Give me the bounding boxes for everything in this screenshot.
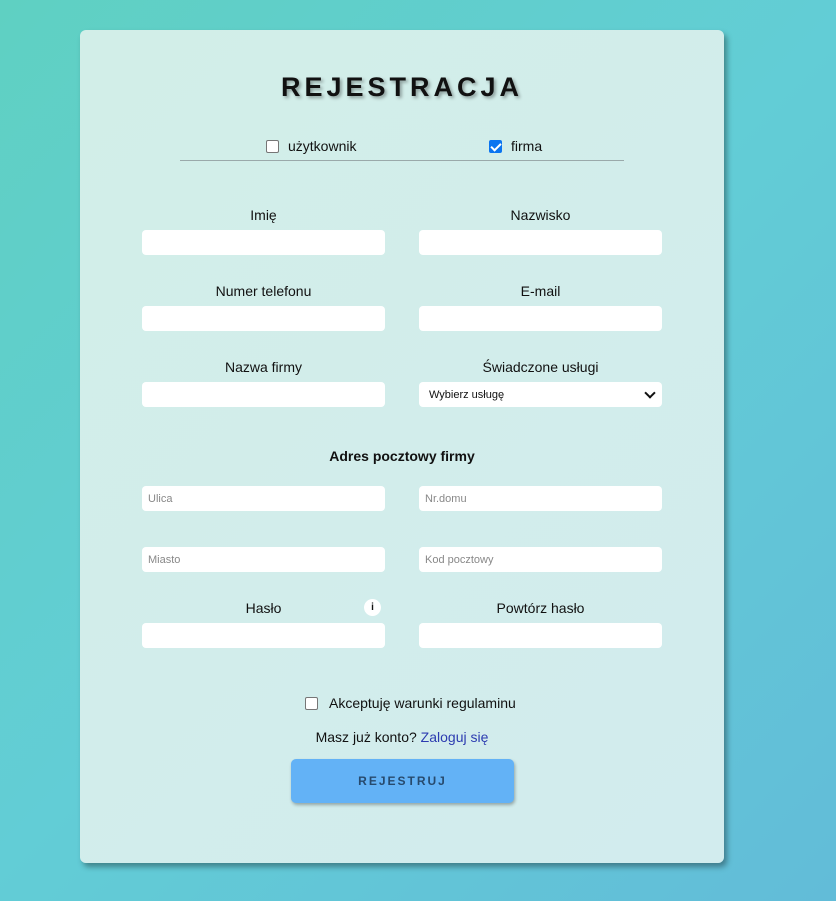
- address-section-title: Adres pocztowy firmy: [329, 448, 475, 464]
- street-placeholder: Ulica: [148, 492, 173, 505]
- company-type-option[interactable]: firma: [489, 138, 542, 154]
- terms-option[interactable]: Akceptuję warunki regulaminu: [305, 695, 516, 711]
- email-label: E-mail: [520, 283, 561, 299]
- last-name-input[interactable]: [419, 230, 662, 255]
- services-select[interactable]: Wybierz usługę: [419, 382, 662, 407]
- user-type-label: użytkownik: [288, 138, 357, 154]
- account-type-selector: użytkownik firma: [180, 138, 624, 161]
- house-number-placeholder: Nr.domu: [425, 492, 467, 505]
- terms-label: Akceptuję warunki regulaminu: [329, 695, 516, 711]
- company-type-checkbox[interactable]: [489, 139, 502, 153]
- email-input[interactable]: [419, 306, 662, 331]
- first-name-label: Imię: [250, 207, 277, 223]
- last-name-label: Nazwisko: [510, 207, 571, 223]
- first-name-input[interactable]: [142, 230, 385, 255]
- phone-input[interactable]: [142, 306, 385, 331]
- chevron-down-icon: [644, 386, 656, 399]
- password-label: Hasło: [245, 600, 282, 616]
- repeat-password-input[interactable]: [419, 623, 662, 648]
- house-number-input[interactable]: Nr.domu: [419, 486, 662, 511]
- login-prompt: Masz już konto?: [315, 729, 417, 745]
- repeat-password-label: Powtórz hasło: [496, 600, 585, 616]
- login-link[interactable]: Zaloguj się: [421, 729, 489, 745]
- info-icon[interactable]: i: [364, 599, 381, 616]
- company-name-input[interactable]: [142, 382, 385, 407]
- postal-code-input[interactable]: Kod pocztowy: [419, 547, 662, 572]
- registration-card: REJESTRACJA użytkownik firma Imię Nazwis…: [80, 30, 724, 863]
- user-type-option[interactable]: użytkownik: [266, 138, 356, 154]
- password-input[interactable]: [142, 623, 385, 648]
- phone-label: Numer telefonu: [215, 283, 312, 299]
- services-selected-value: Wybierz usługę: [429, 388, 505, 401]
- login-prompt-line: Masz już konto? Zaloguj się: [80, 729, 724, 745]
- user-type-checkbox[interactable]: [266, 139, 279, 153]
- page-title: REJESTRACJA: [280, 72, 524, 102]
- services-label: Świadczone usługi: [482, 359, 599, 375]
- city-input[interactable]: Miasto: [142, 547, 385, 572]
- street-input[interactable]: Ulica: [142, 486, 385, 511]
- terms-checkbox[interactable]: [305, 696, 318, 710]
- company-type-label: firma: [511, 138, 543, 154]
- register-button[interactable]: REJESTRUJ: [291, 759, 514, 803]
- company-name-label: Nazwa firmy: [224, 359, 302, 375]
- city-placeholder: Miasto: [148, 553, 181, 566]
- postal-code-placeholder: Kod pocztowy: [425, 553, 494, 566]
